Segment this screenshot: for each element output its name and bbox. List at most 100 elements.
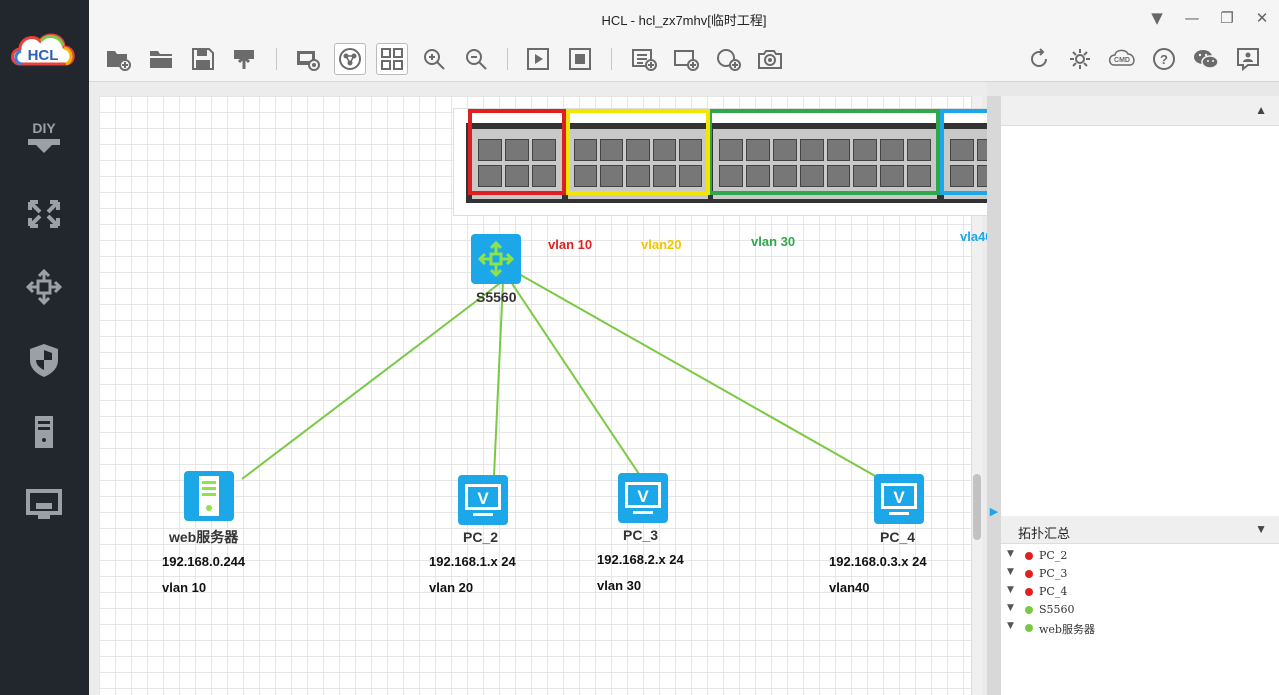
restore-button[interactable]: ❐ bbox=[1217, 8, 1237, 28]
pc4-icon[interactable]: V bbox=[874, 474, 924, 524]
summary-list: ▼ PC_2 ▼ PC_3 ▼ PC_4 ▼ S5560 ▼ web服务器 bbox=[1001, 544, 1279, 637]
pc2-icon[interactable]: V bbox=[458, 475, 508, 525]
pc2-label: PC_2 bbox=[463, 529, 499, 545]
zoom-out-icon[interactable] bbox=[460, 43, 492, 75]
hcl-logo: HCL bbox=[8, 28, 80, 78]
refresh-icon[interactable] bbox=[1023, 43, 1055, 75]
summary-item[interactable]: ▼ S5560 bbox=[1001, 601, 1279, 619]
vlan20-label: vlan20 bbox=[641, 237, 682, 252]
pc2-vlan: vlan 20 bbox=[429, 580, 474, 595]
svg-text:?: ? bbox=[1160, 52, 1168, 67]
svg-text:V: V bbox=[477, 489, 489, 508]
pc3-vlan: vlan 30 bbox=[597, 578, 642, 593]
device-panel: ▲ bbox=[1001, 96, 1279, 516]
topology-summary-title: 拓扑汇总 bbox=[1018, 526, 1071, 541]
summary-item[interactable]: ▼ PC_3 bbox=[1001, 565, 1279, 583]
pc2-ip: 192.168.1.x 24 bbox=[429, 554, 516, 569]
open-project-icon[interactable] bbox=[145, 43, 177, 75]
pc4-label: PC_4 bbox=[880, 529, 916, 545]
s5560-label: S5560 bbox=[476, 289, 517, 305]
add-rect-icon[interactable] bbox=[670, 43, 702, 75]
pc3-label: PC_3 bbox=[623, 527, 659, 543]
show-interface-icon[interactable] bbox=[292, 43, 324, 75]
firewall-icon[interactable] bbox=[20, 336, 68, 384]
link-s5560-web[interactable] bbox=[241, 276, 509, 480]
title-bar: HCL - hcl_zx7mhv[临时工程] ▼ — ❐ ✕ bbox=[89, 0, 1279, 36]
close-button[interactable]: ✕ bbox=[1252, 8, 1272, 28]
link-s5560-pc3[interactable] bbox=[510, 281, 640, 475]
s5560-switch-icon[interactable] bbox=[471, 234, 521, 284]
expand-arrow-icon[interactable]: ▼ bbox=[1007, 567, 1014, 577]
router-icon[interactable] bbox=[20, 190, 68, 238]
summary-item-label: S5560 bbox=[1039, 603, 1075, 616]
svg-text:V: V bbox=[637, 487, 649, 506]
expand-arrow-icon[interactable]: ▼ bbox=[1007, 621, 1014, 631]
svg-text:CMD: CMD bbox=[1114, 57, 1130, 64]
vlan10-highlight-box bbox=[468, 109, 566, 195]
pc4-ip: 192.168.0.3.x 24 bbox=[829, 554, 927, 569]
settings-icon[interactable] bbox=[1064, 43, 1096, 75]
device-panel-header: ▲ bbox=[1001, 96, 1279, 126]
status-dot-icon bbox=[1025, 552, 1033, 560]
pc3-icon[interactable]: V bbox=[618, 473, 668, 523]
summary-item[interactable]: ▼ web服务器 bbox=[1001, 619, 1279, 637]
status-dot-icon bbox=[1025, 624, 1033, 632]
svg-text:DIY: DIY bbox=[32, 120, 56, 136]
status-dot-icon bbox=[1025, 588, 1033, 596]
summary-item-label: PC_4 bbox=[1039, 585, 1068, 598]
stop-all-icon[interactable] bbox=[564, 43, 596, 75]
web-server-vlan: vlan 10 bbox=[162, 580, 207, 595]
feedback-icon[interactable] bbox=[1232, 43, 1264, 75]
terminal-icon[interactable] bbox=[20, 481, 68, 529]
server-icon[interactable] bbox=[20, 408, 68, 456]
status-dot-icon bbox=[1025, 570, 1033, 578]
panel-splitter[interactable] bbox=[987, 96, 1001, 695]
pc4-vlan: vlan40 bbox=[829, 580, 870, 595]
screenshot-icon[interactable] bbox=[754, 43, 786, 75]
cmd-icon[interactable]: CMD bbox=[1106, 43, 1138, 75]
switch-icon[interactable] bbox=[20, 263, 68, 311]
summary-item[interactable]: ▼ PC_2 bbox=[1001, 547, 1279, 565]
zoom-in-icon[interactable] bbox=[418, 43, 450, 75]
link-s5560-pc2[interactable] bbox=[493, 281, 504, 477]
wechat-icon[interactable] bbox=[1190, 43, 1222, 75]
minimize-button[interactable]: — bbox=[1182, 8, 1202, 28]
new-project-icon[interactable] bbox=[102, 43, 134, 75]
scrollbar-thumb[interactable] bbox=[973, 474, 981, 540]
collapse-up-icon[interactable]: ▲ bbox=[1255, 103, 1267, 117]
expand-panel-icon[interactable]: ▶ bbox=[987, 502, 1001, 522]
help-icon[interactable]: ? bbox=[1148, 43, 1180, 75]
web-server-ip: 192.168.0.244 bbox=[162, 554, 246, 569]
window-title: HCL - hcl_zx7mhv[临时工程] bbox=[601, 13, 767, 28]
vlan20-highlight-box bbox=[566, 109, 710, 195]
right-panel: ▶ ▲ 拓扑汇总 ▼ ▼ PC_2 ▼ PC_3 ▼ PC_4 ▼ S5560 … bbox=[987, 82, 1279, 695]
collapse-down-icon[interactable]: ▼ bbox=[1255, 522, 1267, 536]
expand-arrow-icon[interactable]: ▼ bbox=[1007, 549, 1014, 559]
dropdown-icon[interactable]: ▼ bbox=[1147, 8, 1167, 28]
vlan10-label: vlan 10 bbox=[548, 237, 593, 252]
web-server-icon[interactable] bbox=[184, 471, 234, 521]
svg-text:HCL: HCL bbox=[28, 47, 59, 64]
topology-summary-panel: 拓扑汇总 ▼ ▼ PC_2 ▼ PC_3 ▼ PC_4 ▼ S5560 ▼ we… bbox=[1001, 516, 1279, 695]
start-all-icon[interactable] bbox=[522, 43, 554, 75]
left-sidebar: HCL DIY bbox=[0, 0, 89, 695]
summary-item[interactable]: ▼ PC_4 bbox=[1001, 583, 1279, 601]
status-dot-icon bbox=[1025, 606, 1033, 614]
toolbar: CMD ? bbox=[89, 36, 1279, 82]
topology-summary-header: 拓扑汇总 ▼ bbox=[1001, 516, 1279, 544]
pc3-ip: 192.168.2.x 24 bbox=[597, 552, 684, 567]
summary-item-label: PC_3 bbox=[1039, 567, 1068, 580]
vlan30-highlight-box bbox=[710, 109, 940, 195]
grid-icon[interactable] bbox=[376, 43, 408, 75]
add-text-icon[interactable] bbox=[628, 43, 660, 75]
diy-icon[interactable]: DIY bbox=[20, 113, 68, 161]
vlan30-label: vlan 30 bbox=[751, 234, 796, 249]
topology-icon[interactable] bbox=[334, 43, 366, 75]
save-as-icon[interactable] bbox=[229, 43, 261, 75]
expand-arrow-icon[interactable]: ▼ bbox=[1007, 603, 1014, 613]
svg-text:V: V bbox=[893, 488, 905, 507]
save-icon[interactable] bbox=[187, 43, 219, 75]
summary-item-label: web服务器 bbox=[1039, 623, 1095, 636]
add-ellipse-icon[interactable] bbox=[712, 43, 744, 75]
expand-arrow-icon[interactable]: ▼ bbox=[1007, 585, 1014, 595]
